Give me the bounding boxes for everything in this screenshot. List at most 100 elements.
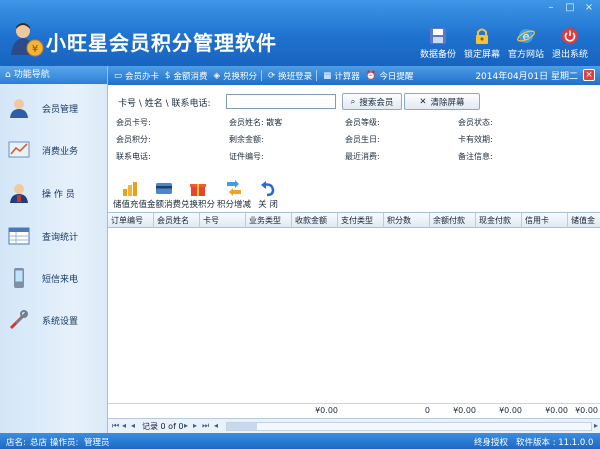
store-value: 总店 (30, 438, 48, 448)
clear-button-label: 清除屏幕 (430, 97, 465, 108)
lock-icon (476, 28, 488, 44)
redeem-points-button[interactable]: 兑换积分 (180, 179, 216, 210)
website-button[interactable]: e 官方网站 (504, 27, 548, 64)
col-balance-pay[interactable]: 余额付款 (430, 213, 476, 229)
sidebar-item-member[interactable]: 会员管理 (8, 94, 104, 122)
gift-box-icon (190, 184, 206, 196)
info-id-number: 证件编号: (229, 152, 264, 161)
gift-icon: ◈ (213, 70, 221, 81)
search-input[interactable] (226, 94, 336, 109)
arrows-icon (227, 180, 241, 196)
sidebar-item-sms[interactable]: 短信来电 (8, 264, 104, 292)
table-totals: ¥0.00 0 ¥0.00 ¥0.00 ¥0.00 ¥0.00 (108, 406, 600, 418)
quick-item-label: 换班登录 (278, 71, 313, 82)
sidebar-item-label: 短信来电 (42, 274, 79, 285)
sidebar-item-consumption[interactable]: 消费业务 (8, 136, 104, 164)
quick-today-reminder[interactable]: ⏰ 今日提醒 (366, 70, 414, 82)
sidebar-item-label: 消费业务 (42, 146, 79, 157)
total-points: 0 (424, 406, 430, 415)
tools-icon (9, 310, 28, 330)
calculator-icon: ▦ (323, 70, 332, 81)
close-tab-button[interactable]: × (583, 69, 595, 81)
last-page-icon[interactable]: ⏭ (202, 421, 209, 431)
search-button-label: 搜索会员 (359, 97, 394, 108)
quick-new-card[interactable]: ▭ 会员办卡 (114, 70, 159, 82)
date-display: 2014年04月01日 星期二 (475, 72, 578, 82)
logo-icon: ¥ (8, 21, 44, 57)
horizontal-scrollbar[interactable] (226, 422, 592, 431)
consumption-chart-icon (8, 141, 30, 158)
window-controls: – □ × (546, 2, 594, 14)
close-icon: ✕ (419, 96, 427, 107)
close-window-button[interactable]: × (584, 2, 594, 14)
quick-item-label: 金额消费 (173, 71, 208, 82)
svg-text:¥: ¥ (32, 44, 38, 55)
clear-screen-button[interactable]: ✕ 清除屏幕 (404, 93, 480, 110)
quick-item-label: 兑换积分 (223, 71, 258, 82)
col-amount[interactable]: 收款金额 (292, 213, 338, 229)
info-member-status: 会员状态: (458, 118, 493, 127)
search-member-button[interactable]: ⌕ 搜索会员 (342, 93, 402, 110)
quick-amount-consume[interactable]: $ 金额消费 (165, 70, 207, 82)
minimize-button[interactable]: – (546, 2, 556, 14)
scrollbar-thumb[interactable] (227, 423, 257, 430)
operator-label: 操作员: (50, 438, 79, 448)
quick-calculator[interactable]: ▦ 计算器 (323, 70, 360, 82)
col-pay-type[interactable]: 支付类型 (338, 213, 384, 229)
prev-page-icon[interactable]: ◂ (122, 421, 126, 430)
mobile-phone-icon (14, 268, 24, 288)
quick-shift-login[interactable]: ⟳ 换班登录 (268, 70, 312, 82)
prev-icon[interactable]: ◂ (131, 421, 135, 430)
col-business-type[interactable]: 业务类型 (246, 213, 292, 229)
table-body[interactable] (108, 228, 600, 404)
scroll-left-icon[interactable]: ◂ (214, 421, 218, 430)
lock-screen-button[interactable]: 锁定屏幕 (460, 27, 504, 64)
adjust-points-button[interactable]: 积分增减 (216, 179, 252, 210)
toolbar-separator (261, 70, 263, 81)
next-page-icon[interactable]: ▸ (193, 421, 197, 430)
col-cash-pay[interactable]: 现金付款 (476, 213, 522, 229)
main-panel: 卡号 \ 姓名 \ 联系电话: ⌕ 搜索会员 ✕ 清除屏幕 会员卡号: 会员姓名… (108, 85, 600, 433)
col-points[interactable]: 积分数 (384, 213, 430, 229)
quick-redeem-points[interactable]: ◈ 兑换积分 (213, 70, 257, 82)
sidebar-item-query[interactable]: 查询统计 (8, 222, 104, 250)
next-icon[interactable]: ▸ (184, 421, 188, 430)
col-order-no[interactable]: 订单编号 (108, 213, 154, 229)
info-remarks: 备注信息: (458, 152, 493, 161)
scroll-right-icon[interactable]: ▸ (594, 421, 598, 430)
money-icon: $ (165, 70, 171, 81)
status-bar: 店名: 总店 操作员: 管理员 终身授权 软件版本 : 11.1.0.0 (0, 433, 600, 449)
sidebar-header: ⌂ 功能导航 (0, 66, 107, 84)
switch-shift-icon: ⟳ (268, 70, 276, 81)
col-credit-card[interactable]: 信用卡 (522, 213, 568, 229)
store-label: 店名: (6, 438, 26, 448)
col-member-name[interactable]: 会员姓名 (154, 213, 200, 229)
first-page-icon[interactable]: ⏮ (112, 421, 119, 431)
backup-button[interactable]: 数据备份 (416, 27, 460, 64)
info-balance: 剩余金额: (229, 135, 264, 144)
app-window: ¥ 小旺星会员积分管理软件 – □ × 数据备份 锁定屏幕 e 官方网站 退出系… (0, 0, 600, 449)
op-label: 积分增减 (216, 200, 251, 210)
power-icon (562, 28, 578, 44)
sidebar-item-operator[interactable]: 操 作 员 (8, 179, 104, 207)
amount-consume-button[interactable]: 金额消费 (146, 179, 182, 210)
col-card-no[interactable]: 卡号 (200, 213, 246, 229)
sidebar: ⌂ 功能导航 会员管理 消费业务 操 作 员 查询统计 短信来电 系统设置 (0, 66, 108, 433)
quick-item-label: 今日提醒 (379, 71, 414, 82)
version-text: 软件版本 : 11.1.0.0 (516, 438, 594, 448)
license-text: 终身授权 (474, 438, 509, 448)
search-label: 卡号 \ 姓名 \ 联系电话: (118, 99, 211, 109)
maximize-button[interactable]: □ (565, 2, 575, 14)
info-member-name: 会员姓名: 散客 (229, 118, 283, 127)
exit-button[interactable]: 退出系统 (548, 27, 592, 64)
toolbar-separator (316, 70, 318, 81)
op-label: 关 闭 (258, 200, 278, 210)
backup-label: 数据备份 (419, 50, 456, 60)
recharge-button[interactable]: 储值充值 (112, 179, 148, 210)
lock-label: 锁定屏幕 (463, 50, 500, 60)
col-stored-value[interactable]: 储值金 (568, 213, 600, 229)
home-icon: ⌂ (5, 70, 11, 80)
sidebar-item-settings[interactable]: 系统设置 (8, 306, 104, 334)
total-amount: ¥0.00 (315, 406, 338, 415)
close-button[interactable]: 关 闭 (250, 179, 286, 210)
